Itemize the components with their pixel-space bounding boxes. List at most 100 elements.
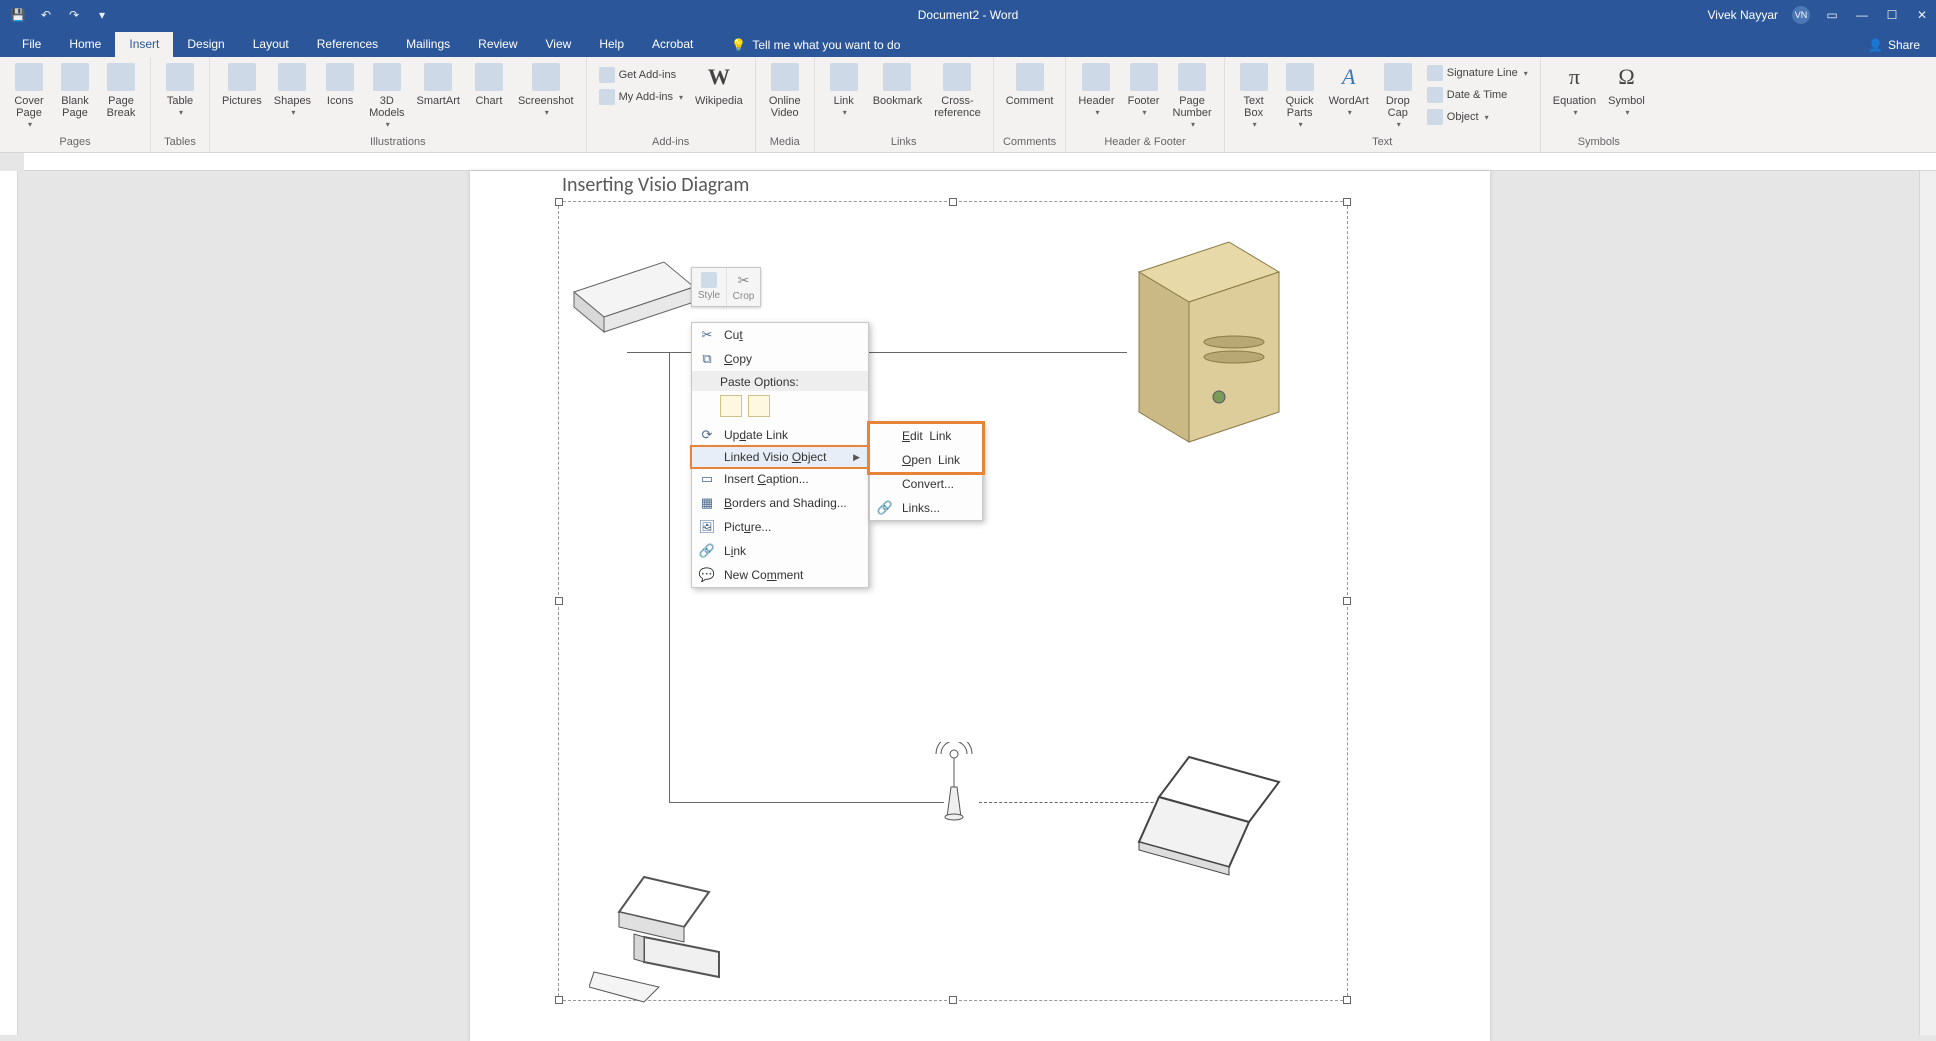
link-button[interactable]: Link▾ bbox=[823, 59, 865, 120]
quick-parts-button[interactable]: Quick Parts▾ bbox=[1279, 59, 1321, 132]
page-number-button[interactable]: Page Number▾ bbox=[1169, 59, 1216, 132]
user-avatar-icon[interactable]: VN bbox=[1792, 6, 1810, 24]
tab-references[interactable]: References bbox=[303, 32, 392, 57]
bookmark-button[interactable]: Bookmark bbox=[869, 59, 927, 109]
screenshot-button[interactable]: Screenshot▾ bbox=[514, 59, 578, 120]
vertical-ruler[interactable] bbox=[0, 171, 18, 1035]
paste-keep-formatting-icon[interactable] bbox=[720, 395, 742, 417]
blank-page-button[interactable]: Blank Page bbox=[54, 59, 96, 121]
table-button[interactable]: Table▾ bbox=[159, 59, 201, 120]
get-addins-button[interactable]: Get Add-ins bbox=[595, 65, 687, 85]
3d-models-button[interactable]: 3D Models▾ bbox=[365, 59, 408, 132]
style-label: Style bbox=[698, 290, 720, 301]
crop-button[interactable]: ✂ Crop bbox=[726, 268, 760, 306]
tab-mailings[interactable]: Mailings bbox=[392, 32, 464, 57]
comment-button[interactable]: Comment bbox=[1002, 59, 1058, 109]
undo-icon[interactable]: ↶ bbox=[38, 7, 54, 23]
date-time-button[interactable]: Date & Time bbox=[1423, 85, 1532, 105]
group-comments-label: Comments bbox=[1003, 136, 1056, 152]
sub-edit-link[interactable]: Edit Link bbox=[870, 424, 982, 448]
symbol-button[interactable]: ΩSymbol▾ bbox=[1604, 59, 1649, 120]
header-button[interactable]: Header▾ bbox=[1074, 59, 1118, 120]
icons-button[interactable]: Icons bbox=[319, 59, 361, 109]
ctx-link[interactable]: 🔗 Link bbox=[692, 539, 868, 563]
tab-help[interactable]: Help bbox=[585, 32, 638, 57]
context-submenu: Edit Link Open Link Convert... 🔗 Links..… bbox=[869, 423, 983, 521]
connector-line bbox=[669, 802, 944, 803]
share-button[interactable]: 👤 Share bbox=[1852, 33, 1936, 57]
ribbon-options-icon[interactable]: ▭ bbox=[1824, 7, 1840, 23]
style-button[interactable]: Style bbox=[692, 268, 726, 306]
close-icon[interactable]: ✕ bbox=[1914, 7, 1930, 23]
tab-insert[interactable]: Insert bbox=[115, 32, 173, 57]
resize-handle-icon[interactable] bbox=[1343, 996, 1351, 1004]
tab-layout[interactable]: Layout bbox=[239, 32, 303, 57]
tab-file[interactable]: File bbox=[8, 32, 55, 57]
document-canvas[interactable]: Inserting Visio Diagram bbox=[24, 171, 1936, 1035]
sub-links[interactable]: 🔗 Links... bbox=[870, 496, 982, 520]
ctx-linked-visio-object[interactable]: Linked Visio Object ▶ bbox=[690, 445, 870, 469]
ctx-borders-shading[interactable]: ▦ Borders and Shading... bbox=[692, 491, 868, 515]
sub-open-link[interactable]: Open Link bbox=[870, 448, 982, 472]
group-media-label: Media bbox=[770, 136, 800, 152]
tab-acrobat[interactable]: Acrobat bbox=[638, 32, 707, 57]
cross-reference-button[interactable]: Cross- reference bbox=[930, 59, 984, 121]
smartart-button[interactable]: SmartArt bbox=[413, 59, 464, 109]
resize-handle-icon[interactable] bbox=[949, 198, 957, 206]
ctx-cut[interactable]: ✂ Cut bbox=[692, 323, 868, 347]
footer-button[interactable]: Footer▾ bbox=[1123, 59, 1165, 120]
tab-design[interactable]: Design bbox=[173, 32, 238, 57]
group-illustrations: Pictures Shapes▾ Icons 3D Models▾ SmartA… bbox=[210, 57, 587, 152]
resize-handle-icon[interactable] bbox=[555, 996, 563, 1004]
drop-cap-button[interactable]: Drop Cap▾ bbox=[1377, 59, 1419, 132]
resize-handle-icon[interactable] bbox=[555, 198, 563, 206]
wikipedia-button[interactable]: WWikipedia bbox=[691, 59, 747, 109]
online-video-button[interactable]: Online Video bbox=[764, 59, 806, 121]
group-addins-label: Add-ins bbox=[652, 136, 689, 152]
tell-me-search[interactable]: 💡 Tell me what you want to do bbox=[717, 33, 914, 57]
paste-picture-icon[interactable] bbox=[748, 395, 770, 417]
connector-line bbox=[669, 352, 670, 802]
redo-icon[interactable]: ↷ bbox=[66, 7, 82, 23]
text-box-button[interactable]: Text Box▾ bbox=[1233, 59, 1275, 132]
cover-page-button[interactable]: Cover Page▾ bbox=[8, 59, 50, 132]
blank-icon bbox=[876, 475, 894, 493]
tab-view[interactable]: View bbox=[532, 32, 586, 57]
ctx-picture[interactable]: 🖼 Picture... bbox=[692, 515, 868, 539]
horizontal-ruler[interactable] bbox=[24, 153, 1936, 171]
signature-line-button[interactable]: Signature Line▾ bbox=[1423, 63, 1532, 83]
ctx-copy[interactable]: ⧉ Copy bbox=[692, 347, 868, 371]
tab-review[interactable]: Review bbox=[464, 32, 531, 57]
pictures-button[interactable]: Pictures bbox=[218, 59, 266, 109]
copy-icon: ⧉ bbox=[698, 350, 716, 368]
ctx-insert-caption[interactable]: ▭ Insert Caption... bbox=[692, 467, 868, 491]
tab-home[interactable]: Home bbox=[55, 32, 115, 57]
ctx-update-link[interactable]: ⟳ Update Link bbox=[692, 423, 868, 447]
resize-handle-icon[interactable] bbox=[1343, 198, 1351, 206]
maximize-icon[interactable]: ☐ bbox=[1884, 7, 1900, 23]
screenshot-label: Screenshot bbox=[518, 95, 574, 107]
chart-button[interactable]: Chart bbox=[468, 59, 510, 109]
my-addins-button[interactable]: My Add-ins▾ bbox=[595, 87, 687, 107]
table-label: Table bbox=[167, 95, 193, 107]
resize-handle-icon[interactable] bbox=[1343, 597, 1351, 605]
wordart-icon: A bbox=[1342, 65, 1355, 89]
resize-handle-icon[interactable] bbox=[555, 597, 563, 605]
ctx-new-comment[interactable]: 💬 New Comment bbox=[692, 563, 868, 587]
date-time-icon bbox=[1427, 87, 1443, 103]
page: Inserting Visio Diagram bbox=[470, 171, 1490, 1041]
shapes-button[interactable]: Shapes▾ bbox=[270, 59, 315, 120]
minimize-icon[interactable]: — bbox=[1854, 7, 1870, 23]
group-pages-label: Pages bbox=[59, 136, 90, 152]
vertical-scrollbar[interactable] bbox=[1919, 171, 1936, 1035]
linked-visio-object[interactable]: Style ✂ Crop ✂ Cut ⧉ Copy Paste Options: bbox=[558, 201, 1348, 1001]
qat-customize-icon[interactable]: ▾ bbox=[94, 7, 110, 23]
page-break-button[interactable]: Page Break bbox=[100, 59, 142, 121]
sub-convert[interactable]: Convert... bbox=[870, 472, 982, 496]
blank-page-icon bbox=[61, 63, 89, 91]
resize-handle-icon[interactable] bbox=[949, 996, 957, 1004]
equation-button[interactable]: πEquation▾ bbox=[1549, 59, 1600, 120]
save-icon[interactable]: 💾 bbox=[10, 7, 26, 23]
wordart-button[interactable]: AWordArt▾ bbox=[1325, 59, 1373, 120]
object-button[interactable]: Object▾ bbox=[1423, 107, 1532, 127]
